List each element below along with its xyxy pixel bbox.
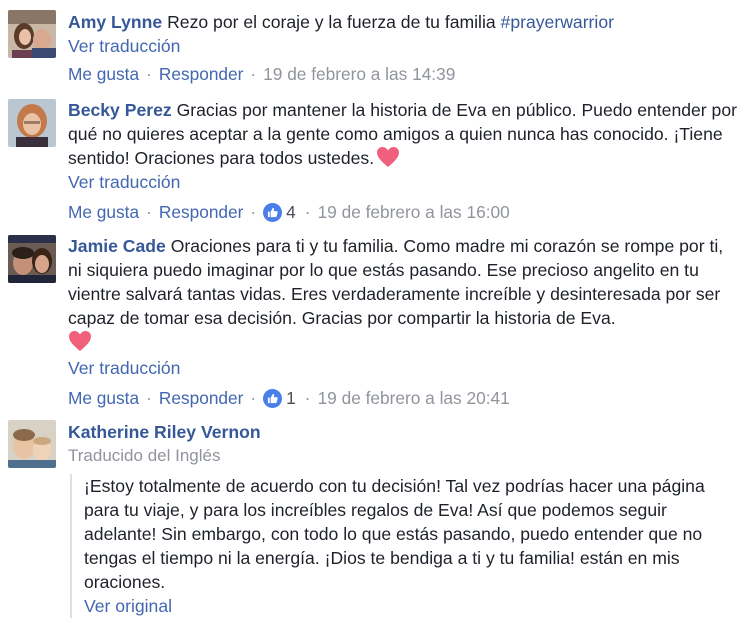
author-name[interactable]: Katherine Riley Vernon <box>68 422 261 442</box>
heart-emoji-icon <box>377 147 400 167</box>
comment-text: Jamie Cade Oraciones para ti y tu famili… <box>68 234 740 330</box>
hashtag-link[interactable]: #prayerwarrior <box>501 12 614 32</box>
see-original-link[interactable]: Ver original <box>84 594 740 618</box>
separator: · <box>304 388 311 408</box>
separator: · <box>250 64 257 84</box>
comment-actions: Me gusta · Responder · 1 · 19 de febrero… <box>68 386 740 410</box>
comment-text: Becky Perez Gracias por mantener la hist… <box>68 98 740 170</box>
comment-actions: Me gusta · Responder · 4 · 19 de febrero… <box>68 200 740 224</box>
avatar[interactable] <box>8 420 56 468</box>
comment-text: Amy Lynne Rezo por el coraje y la fuerza… <box>68 10 740 34</box>
separator: · <box>250 202 257 222</box>
separator: · <box>304 202 311 222</box>
translated-from-note: Traducido del Inglés <box>68 446 221 465</box>
separator: · <box>146 64 152 84</box>
heart-emoji-icon <box>69 331 91 351</box>
author-name[interactable]: Amy Lynne <box>68 12 162 32</box>
like-count[interactable]: 4 <box>286 200 296 224</box>
emoji-line <box>68 330 740 356</box>
avatar[interactable] <box>8 10 56 58</box>
timestamp[interactable]: 19 de febrero a las 16:00 <box>318 200 510 224</box>
avatar[interactable] <box>8 235 56 283</box>
avatar[interactable] <box>8 99 56 147</box>
comment-body: Rezo por el coraje y la fuerza de tu fam… <box>167 12 501 32</box>
like-button[interactable]: Me gusta <box>68 62 139 86</box>
comment-actions: Me gusta · Responder · 19 de febrero a l… <box>68 62 740 86</box>
comment-body: ¡Estoy totalmente de acuerdo con tu deci… <box>84 476 705 592</box>
comment-body: Oraciones para ti y tu familia. Como mad… <box>68 236 724 328</box>
separator: · <box>146 388 152 408</box>
author-name[interactable]: Jamie Cade <box>68 236 166 256</box>
reply-button[interactable]: Responder <box>159 62 244 86</box>
like-button[interactable]: Me gusta <box>68 386 139 410</box>
timestamp[interactable]: 19 de febrero a las 20:41 <box>318 386 510 410</box>
reply-button[interactable]: Responder <box>159 386 244 410</box>
like-thumb-icon[interactable] <box>263 388 283 408</box>
see-translation-link[interactable]: Ver traducción <box>68 170 740 194</box>
like-count[interactable]: 1 <box>286 386 296 410</box>
comment-text: Katherine Riley Vernon <box>68 420 740 444</box>
author-name[interactable]: Becky Perez <box>68 100 172 120</box>
reply-button[interactable]: Responder <box>159 200 244 224</box>
timestamp[interactable]: 19 de febrero a las 14:39 <box>263 62 455 86</box>
separator: · <box>250 388 257 408</box>
see-translation-link[interactable]: Ver traducción <box>68 34 740 58</box>
like-button[interactable]: Me gusta <box>68 200 139 224</box>
see-translation-link[interactable]: Ver traducción <box>68 356 740 380</box>
separator: · <box>146 202 152 222</box>
translated-quote: ¡Estoy totalmente de acuerdo con tu deci… <box>70 474 740 618</box>
like-thumb-icon[interactable] <box>263 202 283 222</box>
